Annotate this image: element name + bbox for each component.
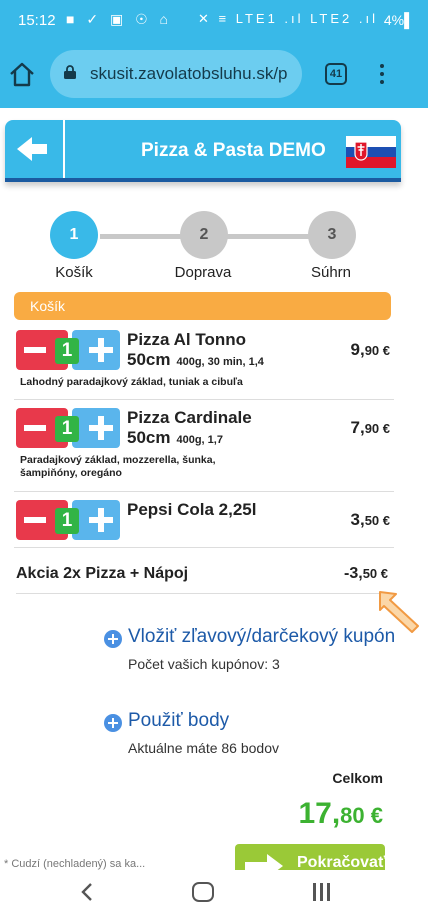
coupon-count: Počet vašich kupónov: 3 <box>128 656 280 672</box>
more-menu-icon[interactable] <box>377 60 387 88</box>
item-description: Lahodný paradajkový základ, tuniak a cib… <box>20 376 243 388</box>
footer-note: * Cudzí (nechladený) sa ka... <box>4 858 146 870</box>
points-balance: Aktuálne máte 86 bodov <box>128 740 279 756</box>
quantity-stepper: 1 <box>16 330 120 370</box>
nav-recents-icon[interactable] <box>311 883 331 901</box>
increase-button[interactable] <box>72 408 120 448</box>
quantity-stepper: 1 <box>16 500 120 540</box>
battery-percent: 4% <box>383 12 405 28</box>
item-name: Pizza Cardinale <box>127 408 252 427</box>
minus-icon <box>24 517 46 523</box>
quantity-value: 1 <box>55 338 79 364</box>
status-time: 15:12 <box>18 12 56 29</box>
step-1-circle[interactable]: 1 <box>50 211 98 259</box>
promo-label: Akcia 2x Pizza + Nápoj <box>16 565 189 582</box>
promo-price: -3,50 € <box>344 565 388 582</box>
total-label: Celkom <box>332 770 383 786</box>
address-bar[interactable]: skusit.zavolatobsluhu.sk/p <box>50 50 302 98</box>
minus-icon <box>24 425 46 431</box>
coupon-link[interactable]: Vložiť zľavový/darčekový kupón <box>128 626 395 648</box>
cart-item: 1 Pizza Cardinale 50cm 400g, 1,7 7,90 € P… <box>14 406 394 492</box>
total-value: 17,80 € <box>298 797 383 830</box>
signal-icons: ✕ ≡ LTE1 .ıl LTE2 .ıl <box>198 11 378 26</box>
promo-row: Akcia 2x Pizza + Nápoj -3,50 € <box>16 560 392 594</box>
minus-icon <box>24 347 46 353</box>
checkout-steps: 1 2 3 Košík Doprava Súhrn <box>0 205 428 285</box>
item-meta: 400g, 30 min, 1,4 <box>176 356 264 368</box>
cart-item: 1 Pizza Al Tonno 50cm 400g, 30 min, 1,4 9… <box>14 328 394 400</box>
slovak-flag-icon[interactable] <box>346 136 396 168</box>
cart-item: 1 Pepsi Cola 2,25l 3,50 € <box>14 498 394 548</box>
increase-button[interactable] <box>72 330 120 370</box>
step-3-circle[interactable]: 3 <box>308 211 356 259</box>
status-bar: 15:12 ■ ✓ ▣ ☉ ⌂ ✕ ≡ LTE1 .ıl LTE2 .ıl 4%… <box>0 0 428 40</box>
cart-section-header: Košík <box>14 292 391 320</box>
page-title: Pizza & Pasta DEMO <box>141 140 326 161</box>
home-icon[interactable] <box>8 60 36 88</box>
item-meta: 400g, 1,7 <box>176 434 223 446</box>
step-2-label: Doprava <box>174 264 232 281</box>
nav-back-icon[interactable] <box>80 882 94 902</box>
item-size: 50cm 400g, 1,7 <box>127 428 223 447</box>
item-size: 50cm 400g, 30 min, 1,4 <box>127 350 264 369</box>
system-nav-bar <box>0 870 428 916</box>
tab-switcher-button[interactable]: 41 <box>325 63 347 85</box>
nav-home-icon[interactable] <box>192 882 214 902</box>
step-connector <box>100 234 184 239</box>
increase-button[interactable] <box>72 500 120 540</box>
item-price: 3,50 € <box>350 510 391 529</box>
quantity-value: 1 <box>55 416 79 442</box>
item-name: Pizza Al Tonno <box>127 330 246 349</box>
quantity-stepper: 1 <box>16 408 120 448</box>
browser-toolbar: skusit.zavolatobsluhu.sk/p 41 <box>0 40 428 108</box>
step-2-circle[interactable]: 2 <box>180 211 228 259</box>
points-link[interactable]: Použiť body <box>128 710 229 732</box>
battery-indicator: 4%▌ <box>383 12 414 28</box>
step-3-label: Súhrn <box>310 264 352 281</box>
item-name: Pepsi Cola 2,25l <box>127 500 257 519</box>
item-price: 7,90 € <box>350 418 391 437</box>
step-connector <box>225 234 311 239</box>
plus-circle-icon <box>104 630 122 648</box>
step-1-label: Košík <box>55 264 93 281</box>
arrow-left-icon <box>17 137 47 161</box>
app-header: Pizza & Pasta DEMO <box>5 120 401 182</box>
url-text: skusit.zavolatobsluhu.sk/p <box>90 64 288 83</box>
item-price: 9,90 € <box>350 340 391 359</box>
back-button[interactable] <box>5 120 65 178</box>
quantity-value: 1 <box>55 508 79 534</box>
plus-circle-icon <box>104 714 122 732</box>
item-description: Paradajkový základ, mozzerella, šunka, š… <box>20 454 216 479</box>
lock-icon <box>64 65 76 79</box>
notification-icons: ■ ✓ ▣ ☉ ⌂ <box>66 11 172 27</box>
